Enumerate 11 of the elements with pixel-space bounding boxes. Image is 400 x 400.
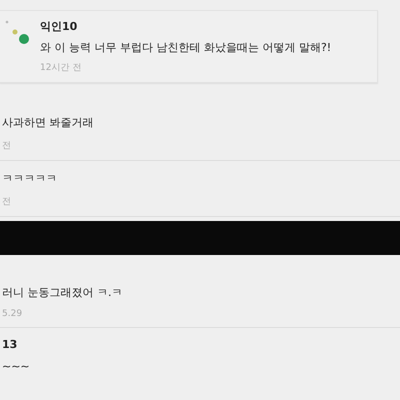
author-name: 13 (2, 338, 18, 351)
comment-text: 러니 눈동그래졌어 ㅋ.ㅋ (2, 285, 124, 300)
timestamp: 전 (2, 196, 12, 208)
comment-text: 사과하면 봐줄거래 (2, 115, 94, 130)
author-name: 익인10 (40, 19, 78, 34)
comment-text: ~~~ (2, 360, 31, 373)
comment-text: ㅋㅋㅋㅋㅋ (2, 171, 58, 186)
timestamp: 전 (2, 140, 12, 152)
comment-text: 와 이 능력 너무 부럽다 남친한테 화났을때는 어떻게 말해?! (40, 40, 332, 55)
timestamp: 12시간 전 (40, 62, 82, 74)
timestamp: 5.29 (2, 309, 24, 319)
